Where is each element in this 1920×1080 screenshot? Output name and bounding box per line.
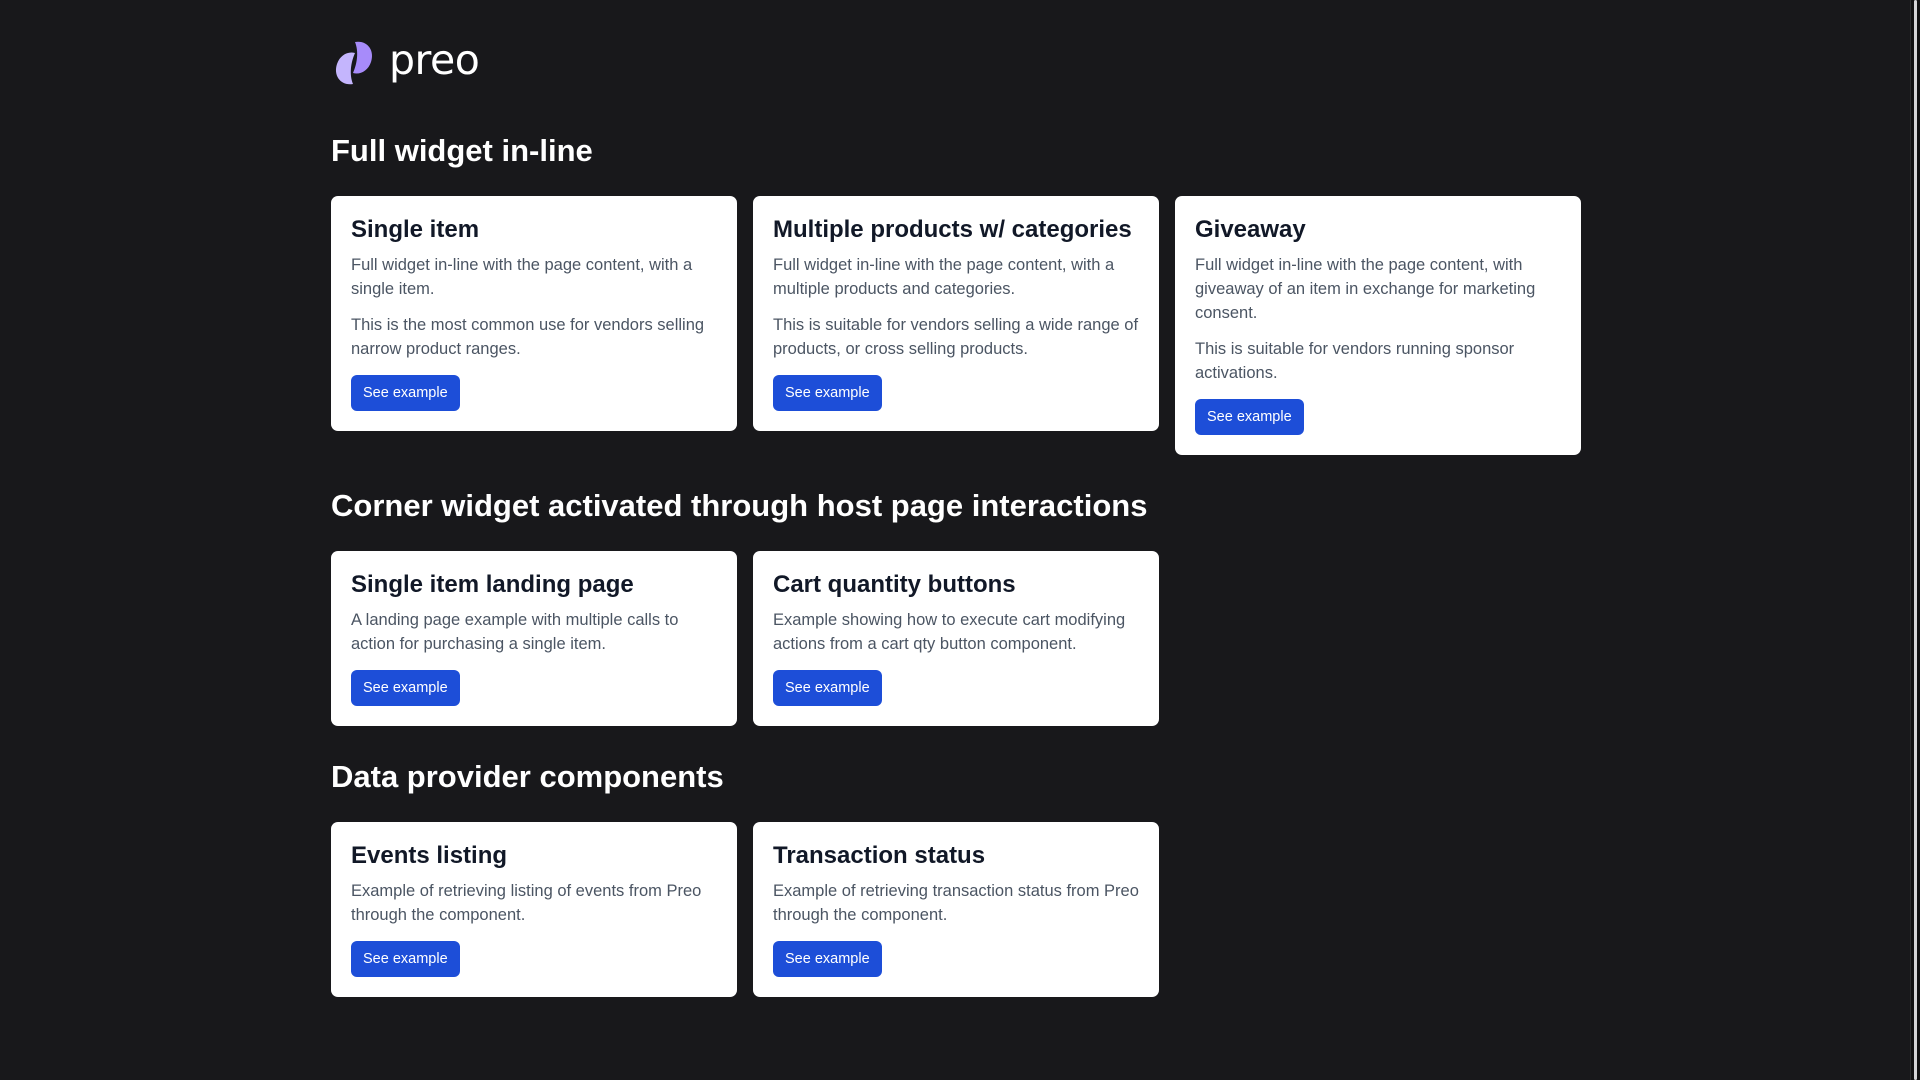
card-description: Example showing how to execute cart modi… xyxy=(773,610,1126,653)
see-example-button[interactable]: See example xyxy=(1195,398,1304,435)
vertical-scrollbar[interactable] xyxy=(1910,0,1920,1080)
card-grid-corner-widget: Single item landing page A landing page … xyxy=(331,551,1581,726)
card-title: Single item xyxy=(351,216,480,244)
card-description: This is the most common use for vendors … xyxy=(351,315,705,358)
preo-logo-icon xyxy=(335,41,373,85)
card-description: This is suitable for vendors selling a w… xyxy=(773,315,1139,358)
card-single-item-landing: Single item landing page A landing page … xyxy=(331,551,737,726)
section-title-corner-widget: Corner widget activated through host pag… xyxy=(331,487,1148,523)
card-description: Example of retrieving listing of events … xyxy=(351,881,702,924)
card-events-listing: Events listing Example of retrieving lis… xyxy=(331,822,737,997)
card-description: This is suitable for vendors running spo… xyxy=(1195,339,1515,382)
card-description: Full widget in-line with the page conten… xyxy=(773,255,1115,298)
card-description: A landing page example with multiple cal… xyxy=(351,610,679,653)
section-title-data-provider: Data provider components xyxy=(331,758,724,794)
logo[interactable]: preo xyxy=(331,38,1581,88)
see-example-button[interactable]: See example xyxy=(351,669,460,706)
card-description: Full widget in-line with the page conten… xyxy=(351,255,693,298)
see-example-button[interactable]: See example xyxy=(773,374,882,411)
card-transaction-status: Transaction status Example of retrieving… xyxy=(753,822,1159,997)
card-grid-full-widget: Single item Full widget in-line with the… xyxy=(331,196,1581,455)
card-grid-data-provider: Events listing Example of retrieving lis… xyxy=(331,822,1581,997)
card-title: Giveaway xyxy=(1195,216,1306,244)
logo-wordmark: preo xyxy=(389,35,480,84)
card-giveaway: Giveaway Full widget in-line with the pa… xyxy=(1175,196,1581,455)
see-example-button[interactable]: See example xyxy=(351,374,460,411)
section-title-full-widget: Full widget in-line xyxy=(331,133,593,168)
card-title: Multiple products w/ categories xyxy=(773,216,1132,244)
card-description: Full widget in-line with the page conten… xyxy=(1195,255,1536,322)
card-cart-quantity: Cart quantity buttons Example showing ho… xyxy=(753,551,1159,726)
card-title: Cart quantity buttons xyxy=(773,571,1016,599)
card-description: Example of retrieving transaction status… xyxy=(773,881,1139,924)
card-multiple-products: Multiple products w/ categories Full wid… xyxy=(753,196,1159,431)
card-title: Events listing xyxy=(351,842,508,870)
see-example-button[interactable]: See example xyxy=(351,940,460,977)
main-content: preo Full widget in-line Single item Ful… xyxy=(331,38,1581,997)
card-single-item: Single item Full widget in-line with the… xyxy=(331,196,737,431)
card-title: Transaction status xyxy=(773,842,986,870)
page: preo Full widget in-line Single item Ful… xyxy=(0,0,1920,1080)
card-title: Single item landing page xyxy=(351,571,634,599)
see-example-button[interactable]: See example xyxy=(773,669,882,706)
scrollbar-thumb[interactable] xyxy=(1914,0,1917,1080)
see-example-button[interactable]: See example xyxy=(773,940,882,977)
